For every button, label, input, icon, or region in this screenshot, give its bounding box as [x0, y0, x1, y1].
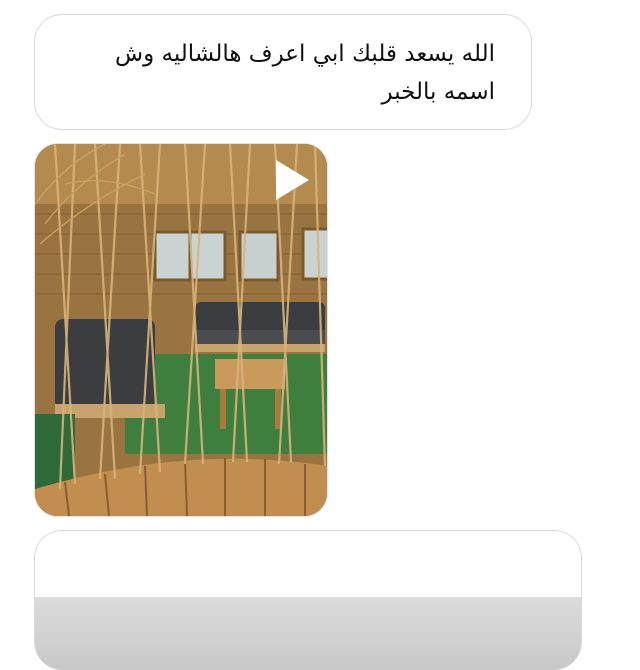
message-bubble-text[interactable]: الله يسعد قلبك ابي اعرف هالشاليه وش اسمه… — [34, 14, 532, 130]
image-message-bubble[interactable] — [34, 530, 582, 670]
video-message-bubble[interactable] — [34, 143, 328, 517]
message-text-line-2: اسمه بالخبر — [381, 79, 496, 105]
play-icon[interactable] — [273, 158, 311, 202]
image-preview — [35, 597, 581, 670]
message-text-line-1: الله يسعد قلبك ابي اعرف هالشاليه وش — [115, 41, 495, 67]
